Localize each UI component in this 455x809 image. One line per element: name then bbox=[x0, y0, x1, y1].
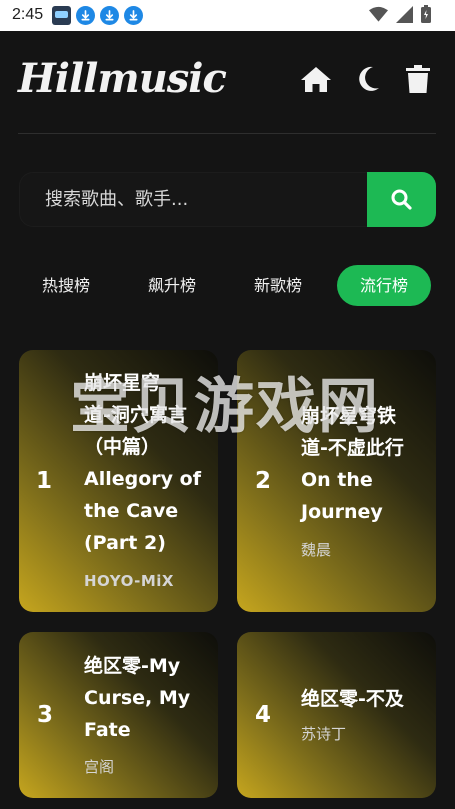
download-icon bbox=[76, 6, 95, 25]
song-card-2[interactable]: 2 崩坏星穹铁 道-不虚此行 On the Journey 魏晨 bbox=[237, 350, 436, 612]
home-icon[interactable] bbox=[300, 65, 332, 93]
song-title: 绝区零-My Curse, My Fate bbox=[84, 650, 190, 746]
song-title-line: (Part 2) bbox=[84, 532, 166, 554]
song-title-line: 绝区零-My bbox=[84, 655, 181, 677]
song-title-line: 道-不虚此行 bbox=[301, 437, 404, 459]
battery-icon bbox=[421, 5, 431, 23]
search-bar bbox=[19, 172, 436, 227]
song-title-line: Fate bbox=[84, 719, 131, 741]
song-artist: HOYO-MiX bbox=[84, 572, 174, 590]
song-rank: 1 bbox=[36, 468, 53, 494]
song-title: 崩坏星穹铁 道-不虚此行 On the Journey bbox=[301, 400, 404, 528]
search-button[interactable] bbox=[367, 172, 436, 227]
song-rank: 2 bbox=[255, 468, 272, 494]
song-card-4[interactable]: 4 绝区零-不及 苏诗丁 bbox=[237, 632, 436, 798]
tab-new[interactable]: 新歌榜 bbox=[232, 265, 324, 306]
tab-hot[interactable]: 热搜榜 bbox=[20, 265, 112, 306]
search-input[interactable] bbox=[19, 172, 367, 227]
status-bar: 2:45 bbox=[0, 0, 455, 31]
notification-icons bbox=[52, 6, 143, 25]
song-rank: 4 bbox=[255, 702, 272, 728]
song-card-3[interactable]: 3 绝区零-My Curse, My Fate 宫阁 bbox=[19, 632, 218, 798]
moon-icon[interactable] bbox=[358, 66, 380, 92]
song-title-line: Allegory of bbox=[84, 468, 201, 490]
song-title-line: （中篇） bbox=[84, 436, 161, 458]
song-title-line: On the bbox=[301, 469, 373, 491]
download-icon bbox=[100, 6, 119, 25]
tab-popular[interactable]: 流行榜 bbox=[337, 265, 431, 306]
search-icon bbox=[391, 189, 412, 210]
song-title-line: the Cave bbox=[84, 500, 179, 522]
song-card-1[interactable]: 1 崩坏星穹 道-洞穴寓言 （中篇） Allegory of the Cave … bbox=[19, 350, 218, 612]
song-title: 崩坏星穹 道-洞穴寓言 （中篇） Allegory of the Cave (P… bbox=[84, 367, 201, 559]
signal-icon bbox=[396, 5, 413, 23]
song-artist: 魏晨 bbox=[301, 541, 332, 559]
app-logo: Hillmusic bbox=[18, 55, 227, 102]
song-title-line: 崩坏星穹铁 bbox=[301, 405, 397, 427]
system-icons bbox=[369, 5, 431, 23]
song-title-line: 崩坏星穹 bbox=[84, 372, 161, 394]
tab-rising[interactable]: 飙升榜 bbox=[126, 265, 218, 306]
song-rank: 3 bbox=[37, 702, 54, 728]
status-time: 2:45 bbox=[12, 6, 44, 23]
app-notification-icon bbox=[52, 6, 71, 25]
song-title-line: Curse, My bbox=[84, 687, 191, 709]
app-header: Hillmusic bbox=[18, 55, 436, 115]
song-title-line: 绝区零-不及 bbox=[301, 688, 404, 710]
song-title: 绝区零-不及 bbox=[301, 683, 404, 715]
header-actions bbox=[300, 65, 430, 93]
song-artist: 苏诗丁 bbox=[301, 725, 347, 743]
song-title-line: Journey bbox=[301, 501, 383, 523]
song-title-line: 道-洞穴寓言 bbox=[84, 404, 187, 426]
trash-icon[interactable] bbox=[406, 65, 430, 93]
download-icon bbox=[124, 6, 143, 25]
header-divider bbox=[18, 133, 436, 134]
chart-tabs: 热搜榜 飙升榜 新歌榜 流行榜 bbox=[20, 265, 436, 306]
wifi-icon bbox=[369, 6, 388, 22]
song-artist: 宫阁 bbox=[84, 758, 115, 776]
